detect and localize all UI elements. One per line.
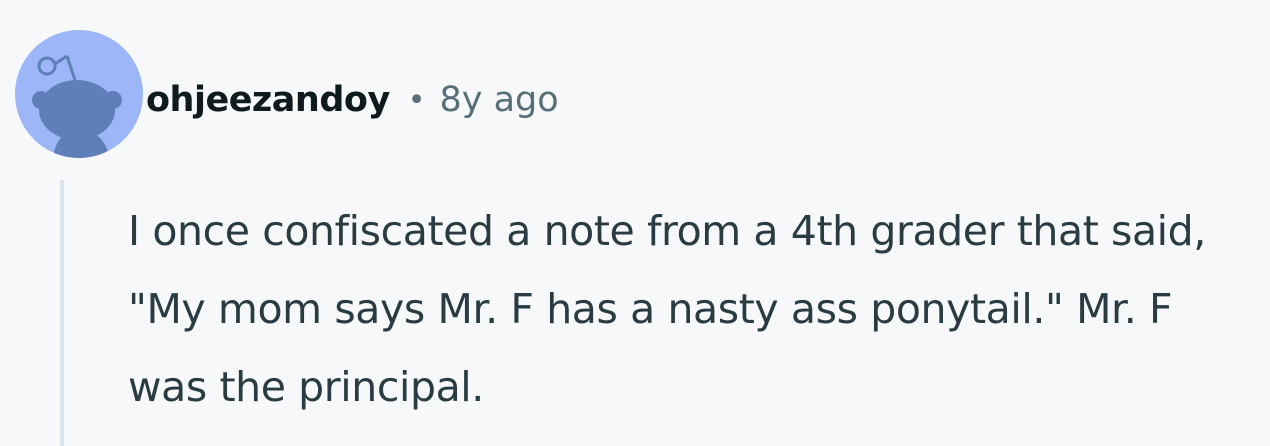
author-avatar[interactable]: [15, 30, 143, 158]
comment-body: I once confiscated a note from a 4th gra…: [128, 207, 1206, 411]
thread-line[interactable]: [60, 180, 64, 446]
author-username[interactable]: ohjeezandoy: [146, 80, 390, 120]
meta-separator: •: [407, 82, 426, 118]
snoo-avatar-icon: [32, 54, 122, 158]
comment-timestamp[interactable]: 8y ago: [439, 80, 558, 120]
comment-header: ohjeezandoy • 8y ago: [146, 72, 559, 128]
